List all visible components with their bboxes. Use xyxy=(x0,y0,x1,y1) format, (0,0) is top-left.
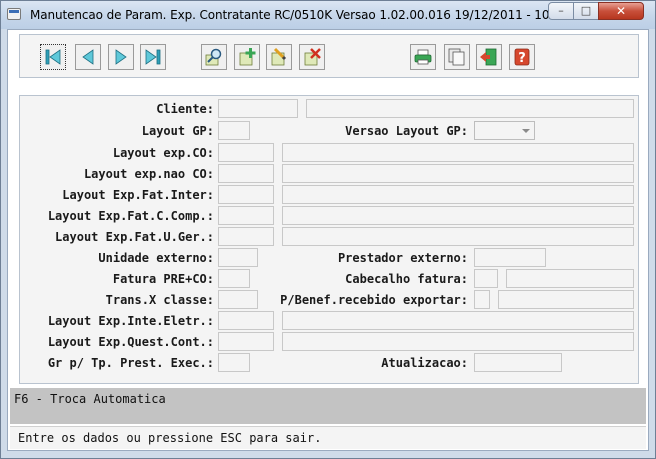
fatura-pre-co-field[interactable] xyxy=(218,269,250,288)
edit-button[interactable] xyxy=(266,44,292,70)
layout-exp-fat-c-comp-desc-field[interactable] xyxy=(282,206,634,225)
gr-tp-prest-exec-label: Gr p/ Tp. Prest. Exec.: xyxy=(47,356,214,370)
layout-exp-fat-inter-label: Layout Exp.Fat.Inter: xyxy=(62,188,214,202)
copy-button[interactable] xyxy=(444,44,470,70)
chevron-down-icon xyxy=(522,129,530,133)
layout-exp-inte-eletr-desc-field[interactable] xyxy=(282,311,634,330)
help-icon: ? xyxy=(514,48,530,66)
window-title: Manutencao de Param. Exp. Contratante RC… xyxy=(30,8,569,22)
last-record-button[interactable] xyxy=(140,44,166,70)
gr-tp-prest-exec-field[interactable] xyxy=(218,353,250,372)
search-button[interactable] xyxy=(201,44,227,70)
layout-exp-fat-u-ger-field[interactable] xyxy=(218,227,274,246)
layout-exp-co-desc-field[interactable] xyxy=(282,143,634,162)
help-button[interactable]: ? xyxy=(509,44,535,70)
close-button[interactable]: ✕ xyxy=(598,2,644,20)
exit-door-icon xyxy=(480,48,497,66)
previous-icon xyxy=(82,49,94,65)
delete-icon xyxy=(304,48,321,66)
cliente-code-field[interactable] xyxy=(218,99,298,118)
p-benef-recebido-exportar-field[interactable] xyxy=(474,290,490,309)
cabecalho-fatura-label: Cabecalho fatura: xyxy=(345,272,468,286)
prestador-externo-label: Prestador externo: xyxy=(337,251,468,265)
layout-exp-quest-cont-desc-field[interactable] xyxy=(282,332,634,351)
navigation-toolbar: ? xyxy=(19,34,639,78)
unidade-externo-label: Unidade externo: xyxy=(98,251,214,265)
cabecalho-fatura-field[interactable] xyxy=(474,269,498,288)
app-window-icon xyxy=(7,8,21,20)
layout-exp-inte-eletr-field[interactable] xyxy=(218,311,274,330)
copy-icon xyxy=(448,48,465,66)
printer-icon xyxy=(414,49,432,65)
layout-exp-fat-u-ger-desc-field[interactable] xyxy=(282,227,634,246)
add-icon xyxy=(239,48,256,66)
status-bar: Entre os dados ou pressione ESC para sai… xyxy=(10,426,646,449)
layout-exp-inte-eletr-label: Layout Exp.Inte.Eletr.: xyxy=(47,314,214,328)
layout-exp-nao-co-desc-field[interactable] xyxy=(282,164,634,183)
first-icon xyxy=(45,49,61,65)
print-button[interactable] xyxy=(410,44,436,70)
versao-layout-gp-label: Versao Layout GP: xyxy=(345,124,468,138)
versao-layout-gp-dropdown[interactable] xyxy=(474,121,535,140)
layout-exp-fat-c-comp-field[interactable] xyxy=(218,206,274,225)
cabecalho-fatura-desc-field[interactable] xyxy=(506,269,634,288)
title-bar: Manutencao de Param. Exp. Contratante RC… xyxy=(1,1,655,29)
layout-exp-fat-c-comp-label: Layout Exp.Fat.C.Comp.: xyxy=(47,209,214,223)
atualizacao-label: Atualizacao: xyxy=(381,356,468,370)
layout-exp-nao-co-field[interactable] xyxy=(218,164,274,183)
function-key-hint-bar: F6 - Troca Automatica xyxy=(10,388,646,424)
delete-button[interactable] xyxy=(299,44,325,70)
status-message: Entre os dados ou pressione ESC para sai… xyxy=(18,431,322,445)
trans-x-classe-label: Trans.X classe: xyxy=(105,293,214,307)
edit-icon xyxy=(271,47,287,66)
p-benef-recebido-exportar-label: P/Benef.recebido exportar: xyxy=(280,293,468,307)
add-button[interactable] xyxy=(234,44,260,70)
client-area: ? Cliente: Layout GP: Versao Layout GP: … xyxy=(7,29,649,451)
function-key-hint: F6 - Troca Automatica xyxy=(14,392,166,406)
fatura-pre-co-label: Fatura PRE+CO: xyxy=(112,272,214,286)
last-icon xyxy=(145,49,161,65)
first-record-button[interactable] xyxy=(40,44,66,70)
unidade-externo-field[interactable] xyxy=(218,248,258,267)
layout-exp-nao-co-label: Layout exp.nao CO: xyxy=(83,167,214,181)
cliente-label: Cliente: xyxy=(156,102,214,116)
cliente-name-field[interactable] xyxy=(306,99,634,118)
layout-gp-field[interactable] xyxy=(218,121,250,140)
maximize-button[interactable]: □ xyxy=(573,2,599,20)
p-benef-recebido-exportar-desc-field[interactable] xyxy=(498,290,634,309)
layout-gp-label: Layout GP: xyxy=(141,124,214,138)
layout-exp-quest-cont-field[interactable] xyxy=(218,332,274,351)
svg-text:?: ? xyxy=(518,51,526,66)
layout-exp-co-field[interactable] xyxy=(218,143,274,162)
next-record-button[interactable] xyxy=(108,44,134,70)
layout-exp-fat-inter-desc-field[interactable] xyxy=(282,185,634,204)
minimize-button[interactable]: – xyxy=(548,2,574,20)
layout-exp-fat-inter-field[interactable] xyxy=(218,185,274,204)
magnifier-icon xyxy=(205,48,222,66)
atualizacao-field[interactable] xyxy=(474,353,562,372)
application-window: Manutencao de Param. Exp. Contratante RC… xyxy=(0,0,656,459)
next-icon xyxy=(115,49,127,65)
layout-exp-fat-u-ger-label: Layout Exp.Fat.U.Ger.: xyxy=(55,230,214,244)
parameters-form: Cliente: Layout GP: Versao Layout GP: La… xyxy=(19,95,639,384)
exit-button[interactable] xyxy=(476,44,502,70)
layout-exp-quest-cont-label: Layout Exp.Quest.Cont.: xyxy=(47,335,214,349)
layout-exp-co-label: Layout exp.CO: xyxy=(112,146,214,160)
prestador-externo-field[interactable] xyxy=(474,248,546,267)
previous-record-button[interactable] xyxy=(75,44,101,70)
trans-x-classe-field[interactable] xyxy=(218,290,258,309)
